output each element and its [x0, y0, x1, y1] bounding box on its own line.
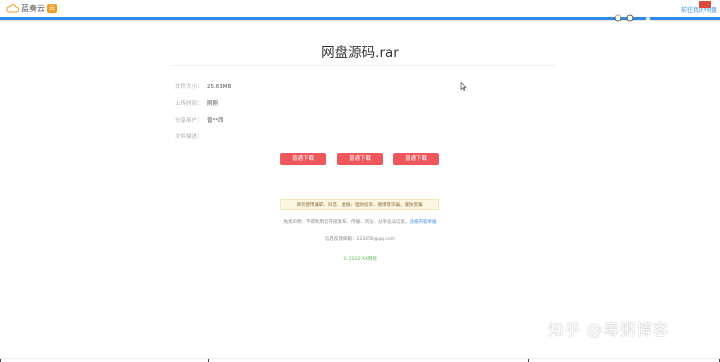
- info-value: 25.63MB: [207, 84, 232, 90]
- info-row-description: 文件描述：: [175, 132, 207, 140]
- cloud-icon: [6, 3, 19, 12]
- copyright: © 2022 XX网盘: [343, 257, 377, 262]
- info-label: 上传时间：: [175, 101, 203, 107]
- logo-badge: 云: [47, 3, 58, 13]
- info-label: 文件大小：: [175, 84, 203, 90]
- info-label: 分享用户：: [175, 118, 203, 124]
- disclaimer-text: 免责声明：不得利用云存储发布、传播、浏览、分享违法信息。: [283, 220, 410, 225]
- site-logo[interactable]: 蓝奏云 云: [6, 2, 58, 14]
- download-button-2[interactable]: 普通下载: [337, 153, 383, 165]
- title-divider: [170, 65, 555, 66]
- logo-text: 蓝奏云: [21, 3, 45, 13]
- info-value: 曾**西: [207, 118, 224, 124]
- watermark: 知乎 @毒粥博客: [548, 321, 670, 339]
- file-title: 网盘源码.rar: [321, 45, 399, 61]
- disclaimer: 免责声明：不得利用云存储发布、传播、浏览、分享违法信息。违规内容举报: [0, 219, 720, 225]
- feedback-email: 信息反馈邮箱：123456@qq.com: [325, 237, 395, 242]
- download-button-1[interactable]: 普通下载: [280, 153, 326, 165]
- bottom-divider: [0, 358, 720, 359]
- mouse-cursor-icon: [460, 82, 467, 91]
- mascot-decoration-icon: [614, 14, 650, 22]
- info-row-share-user: 分享用户： 曾**西: [175, 116, 224, 124]
- anti-fraud-tip: 请勿使用兼职、抖音、金融、理财投资、赌博等诈骗，谨防受骗: [280, 199, 439, 210]
- info-row-size: 文件大小： 25.63MB: [175, 82, 231, 90]
- download-button-3[interactable]: 普通下载: [393, 153, 439, 165]
- info-row-upload-time: 上传时间： 刚刚: [175, 99, 218, 107]
- close-icon[interactable]: [699, 1, 711, 16]
- info-label: 文件描述：: [175, 134, 203, 140]
- info-value: 刚刚: [207, 101, 219, 107]
- report-link[interactable]: 违规内容举报: [410, 220, 437, 225]
